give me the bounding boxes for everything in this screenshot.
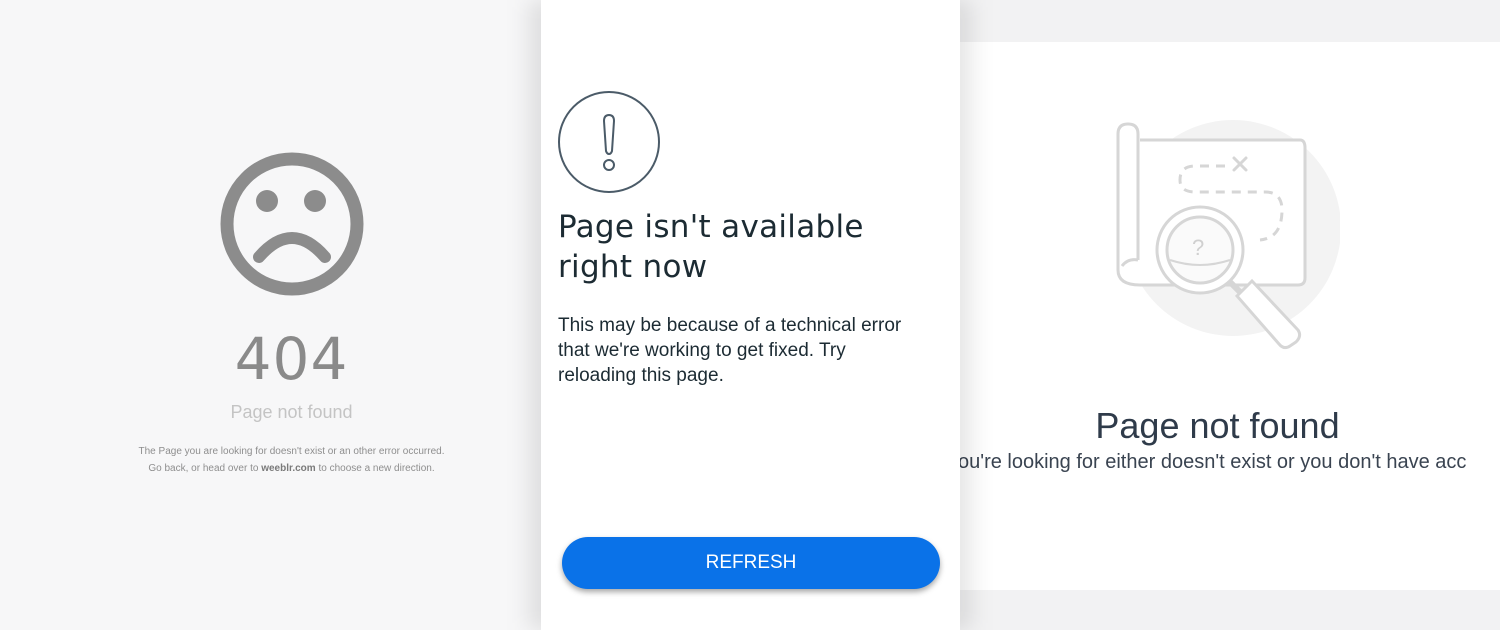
right-description: ou're looking for either doesn't exist o… — [958, 451, 1467, 473]
left-desc-line1: The Page you are looking for doesn't exi… — [138, 446, 445, 457]
error-code: 404 — [234, 325, 349, 393]
left-desc-text-end: to choose a new direction. — [315, 463, 435, 474]
left-description: The Page you are looking for doesn't exi… — [0, 443, 583, 477]
weeblr-link[interactable]: weeblr.com — [261, 463, 315, 474]
refresh-button[interactable]: REFRESH — [562, 537, 940, 589]
left-desc-text: Go back, or head over to — [148, 463, 262, 474]
exclamation-circle-icon — [558, 91, 660, 193]
left-desc-line2: Go back, or head over to weeblr.com to c… — [0, 460, 583, 477]
svg-text:?: ? — [1192, 235, 1204, 260]
left-subtitle: Page not found — [230, 402, 353, 422]
right-title: Page not found — [1095, 405, 1340, 446]
sad-face-icon — [220, 152, 364, 296]
map-magnifier-icon: ? — [1116, 120, 1340, 350]
phone-title: Page isn't available right now — [558, 209, 864, 285]
phone-description: This may be because of a technical error… — [558, 315, 902, 386]
left-error-page — [0, 0, 560, 630]
